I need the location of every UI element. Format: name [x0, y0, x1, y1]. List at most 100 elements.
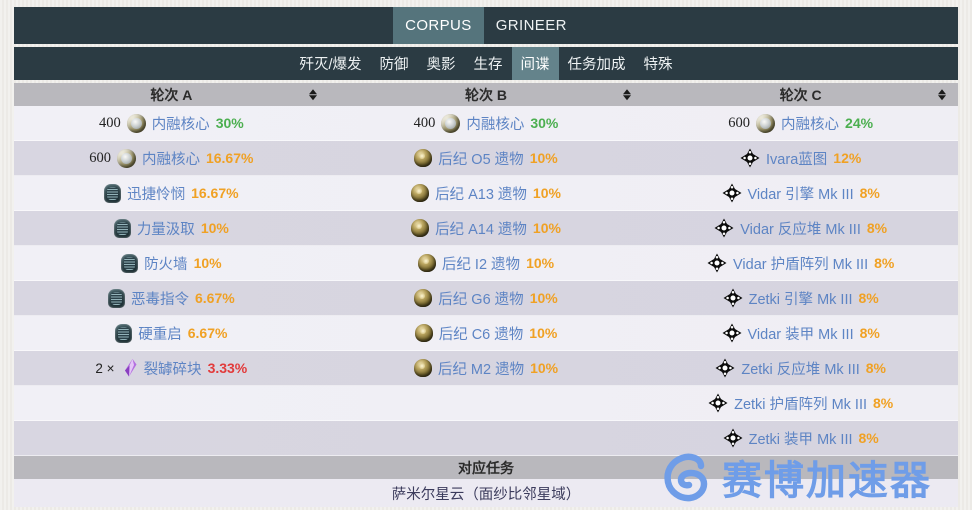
faction-tab-grineer[interactable]: GRINEER — [484, 7, 579, 44]
drop-chance-label: 10% — [200, 220, 229, 236]
railjack-part-icon — [723, 428, 743, 448]
mission-type-tab-2[interactable]: 奥影 — [418, 47, 465, 80]
drop-cell[interactable]: Vidar 引擎 Mk III 8% — [643, 176, 959, 211]
drop-chance-label: 30% — [215, 115, 244, 131]
table-row: 600 内融核心 16.67% 后纪 O5 遗物 10% Ivara蓝图 12% — [14, 141, 959, 176]
drop-cell[interactable]: 力量汲取 10% — [14, 211, 329, 246]
column-header-b[interactable]: 轮次 B — [329, 83, 644, 106]
drop-cell[interactable]: 后纪 O5 遗物 10% — [328, 141, 644, 176]
drop-chance-label: 10% — [529, 290, 558, 306]
drop-cell — [328, 386, 644, 421]
drop-cell[interactable]: 400 内融核心 30% — [14, 106, 329, 141]
drop-chance-label: 10% — [526, 255, 555, 271]
column-header-a[interactable]: 轮次 A — [14, 83, 329, 106]
drop-chance-label: 10% — [529, 325, 558, 341]
item-name-label: Vidar 装甲 Mk III — [747, 326, 854, 343]
faction-tabbar: CORPUS GRINEER — [14, 7, 958, 44]
quantity-label: 400 — [98, 114, 121, 131]
mod-icon — [115, 323, 133, 343]
sort-updown-icon[interactable] — [308, 88, 317, 101]
sort-updown-icon[interactable] — [938, 88, 947, 101]
item-name-label: 裂罅碎块 — [143, 361, 202, 378]
drop-chance-label: 16.67% — [191, 185, 239, 201]
railjack-part-icon — [722, 183, 742, 203]
drop-cell — [14, 421, 329, 456]
table-header-row: 轮次 A 轮次 B 轮次 C — [14, 83, 958, 106]
drop-cell[interactable]: Vidar 装甲 Mk III 8% — [643, 316, 959, 351]
mission-section-heading: 对应任务 — [14, 456, 958, 479]
drop-cell[interactable]: Vidar 护盾阵列 Mk III 8% — [643, 246, 959, 281]
drop-chance-label: 10% — [532, 185, 561, 201]
drop-chance-label: 8% — [859, 325, 880, 341]
table-row: 迅捷怜悯 16.67% 后纪 A13 遗物 10% Vidar 引擎 Mk III 8% — [14, 176, 959, 211]
mission-type-tab-0[interactable]: 歼灭/爆发 — [290, 47, 370, 80]
drop-cell[interactable]: 恶毒指令 6.67% — [14, 281, 329, 316]
item-name-label: 防火墙 — [144, 256, 188, 273]
table-row: 力量汲取 10% 后纪 A14 遗物 10% Vidar 反应堆 Mk III 8% — [14, 211, 959, 246]
item-name-label: Zetki 护盾阵列 Mk III — [734, 396, 868, 413]
drop-chance-label: 24% — [845, 115, 874, 131]
drop-cell[interactable]: 防火墙 10% — [14, 246, 329, 281]
drop-cell[interactable]: 600 内融核心 24% — [643, 106, 959, 141]
drop-cell[interactable]: 后纪 A13 遗物 10% — [328, 176, 644, 211]
drop-cell[interactable]: 后纪 G6 遗物 10% — [328, 281, 644, 316]
railjack-part-icon — [708, 393, 728, 413]
drop-cell[interactable]: Vidar 反应堆 Mk III 8% — [643, 211, 959, 246]
drop-chance-label: 10% — [532, 220, 561, 236]
mission-type-tab-5[interactable]: 任务加成 — [559, 47, 635, 80]
drop-chance-label: 8% — [858, 290, 879, 306]
mission-node-row[interactable]: 萨米尔星云（面纱比邻星域） — [14, 479, 958, 507]
sort-updown-icon[interactable] — [623, 88, 632, 101]
relic-icon — [411, 219, 430, 237]
quantity-label: 400 — [413, 114, 436, 131]
item-name-label: 后纪 A14 遗物 — [435, 221, 527, 238]
drop-chance-label: 10% — [530, 360, 559, 376]
drop-cell[interactable]: Zetki 护盾阵列 Mk III 8% — [643, 386, 959, 421]
item-name-label: Vidar 反应堆 Mk III — [740, 221, 861, 238]
mod-icon — [107, 288, 125, 308]
relic-icon — [414, 324, 433, 342]
mod-icon — [113, 218, 131, 238]
drop-chance-label: 8% — [858, 430, 879, 446]
column-header-label: 轮次 A — [150, 86, 193, 103]
drop-cell[interactable]: 后纪 C6 遗物 10% — [328, 316, 644, 351]
drop-cell[interactable]: 2 × 裂罅碎块 3.33% — [14, 351, 329, 386]
item-name-label: Vidar 引擎 Mk III — [747, 186, 854, 203]
drop-cell[interactable]: Zetki 装甲 Mk III 8% — [643, 421, 959, 456]
drop-cell[interactable]: Zetki 反应堆 Mk III 8% — [643, 351, 959, 386]
item-name-label: 内融核心 — [466, 116, 525, 133]
mission-type-tab-4[interactable]: 间谍 — [511, 47, 559, 80]
item-name-label: 后纪 O5 遗物 — [438, 151, 524, 168]
mission-type-tab-6[interactable]: 特殊 — [635, 47, 682, 80]
drop-cell[interactable]: 迅捷怜悯 16.67% — [14, 176, 329, 211]
endo-icon — [116, 148, 136, 168]
relic-icon — [413, 359, 432, 377]
item-name-label: 后纪 A13 遗物 — [435, 186, 527, 203]
drop-chance-label: 8% — [874, 255, 895, 271]
railjack-part-icon — [740, 148, 760, 168]
drop-cell[interactable]: 后纪 I2 遗物 10% — [328, 246, 644, 281]
item-name-label: 迅捷怜悯 — [127, 186, 186, 203]
drop-cell[interactable]: Ivara蓝图 12% — [643, 141, 959, 176]
drop-cell[interactable]: 后纪 A14 遗物 10% — [328, 211, 644, 246]
drop-cell[interactable]: 硬重启 6.67% — [14, 316, 329, 351]
drop-chance-label: 10% — [529, 150, 558, 166]
mission-type-tab-3[interactable]: 生存 — [465, 47, 512, 80]
table-row: 硬重启 6.67% 后纪 C6 遗物 10% Vidar 装甲 Mk III 8% — [14, 316, 959, 351]
faction-tab-corpus[interactable]: CORPUS — [393, 7, 484, 44]
mission-type-tabbar: 歼灭/爆发 防御 奥影 生存 间谍 任务加成 特殊 — [14, 47, 958, 80]
railjack-part-icon — [715, 358, 735, 378]
drop-cell[interactable]: 后纪 M2 遗物 10% — [328, 351, 644, 386]
drop-cell[interactable]: 600 内融核心 16.67% — [14, 141, 329, 176]
mission-type-tab-1[interactable]: 防御 — [371, 47, 418, 80]
column-header-label: 轮次 C — [779, 86, 822, 103]
drop-cell[interactable]: 400 内融核心 30% — [328, 106, 644, 141]
column-header-c[interactable]: 轮次 C — [643, 83, 958, 106]
mission-node-label: 萨米尔星云（面纱比邻星域） — [391, 486, 581, 503]
railjack-part-icon — [707, 253, 727, 273]
drop-chance-label: 12% — [833, 150, 862, 166]
drop-cell[interactable]: Zetki 引擎 Mk III 8% — [643, 281, 959, 316]
item-name-label: 硬重启 — [138, 326, 182, 343]
table-row: Zetki 护盾阵列 Mk III 8% — [14, 386, 959, 421]
drop-cell — [328, 421, 644, 456]
